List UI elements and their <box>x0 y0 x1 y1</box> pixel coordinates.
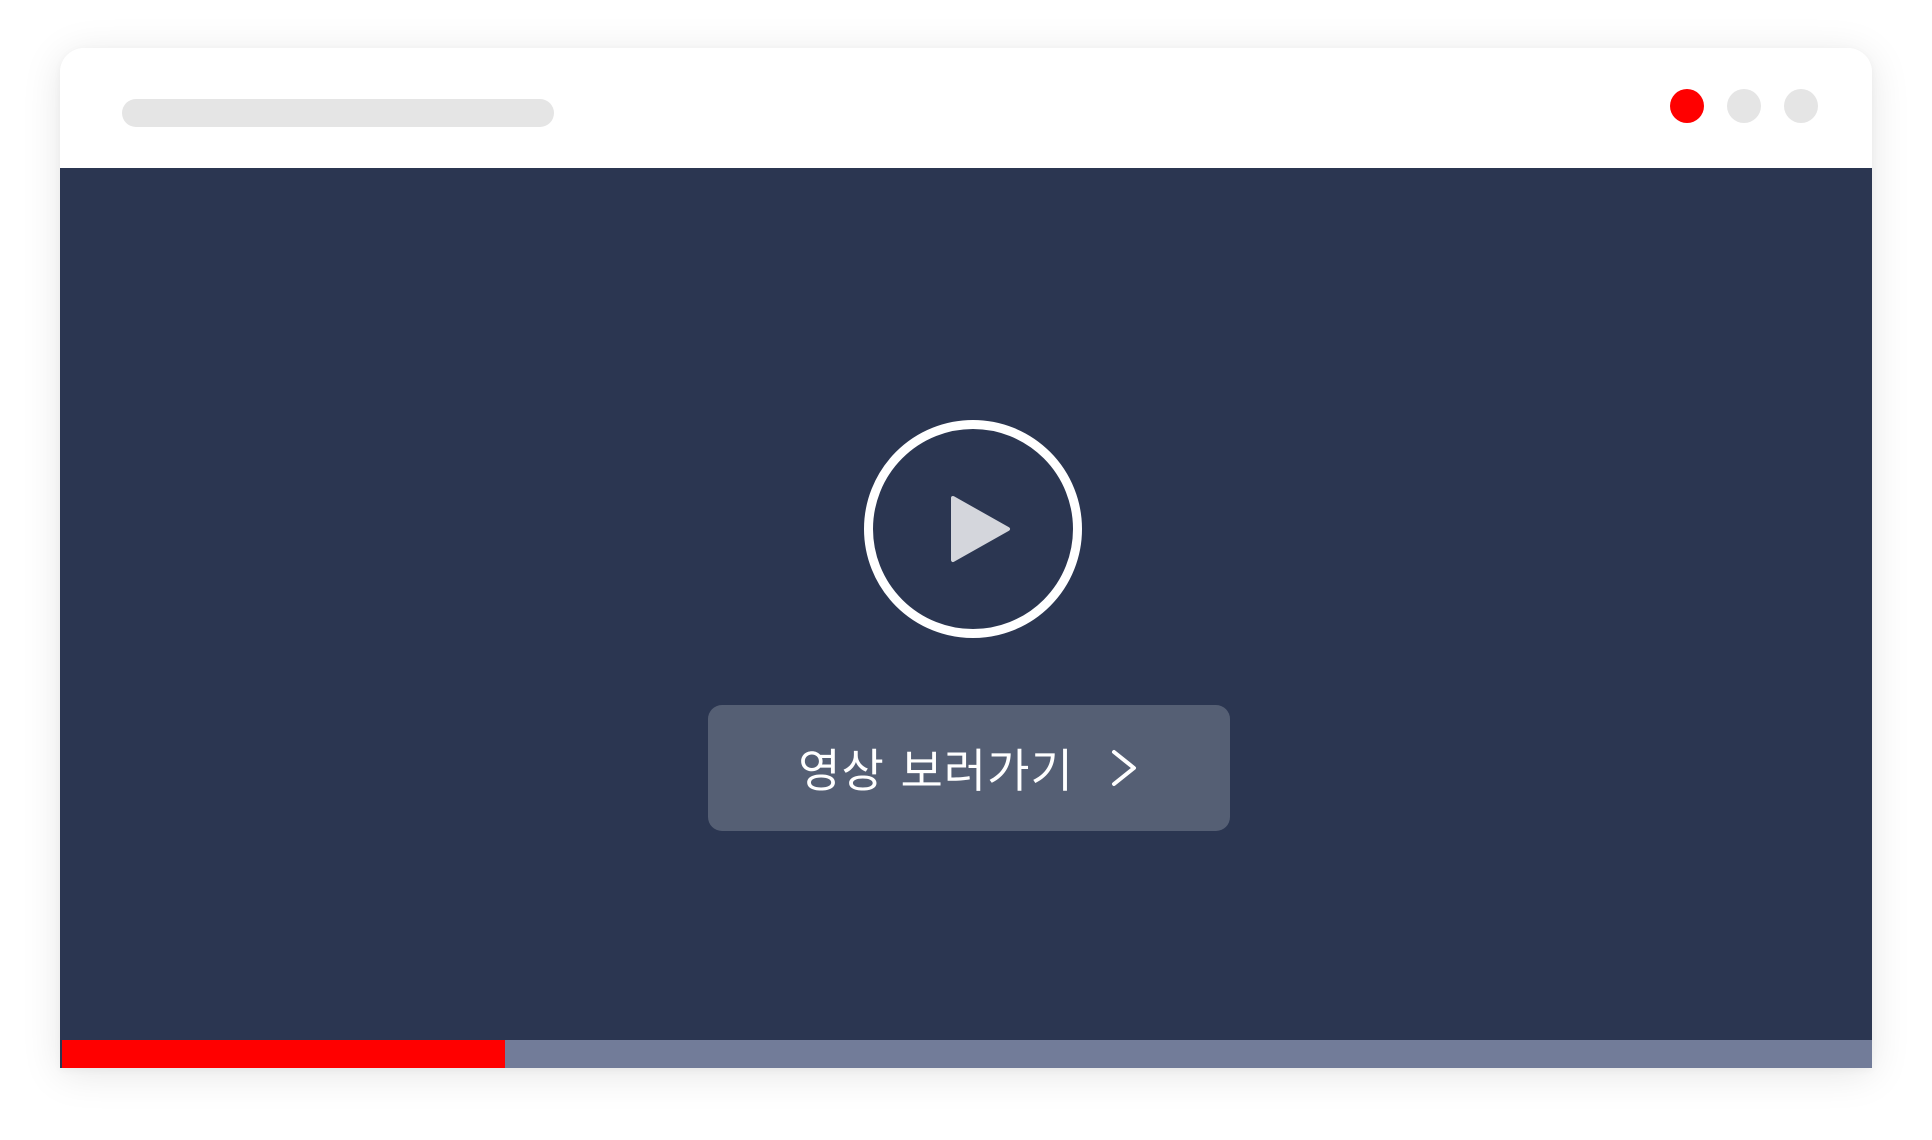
address-bar[interactable] <box>122 99 554 127</box>
watch-video-button[interactable]: 영상 보러가기 <box>708 705 1230 831</box>
window-maximize-button[interactable] <box>1784 89 1818 123</box>
play-icon <box>951 496 1010 562</box>
progress-bar[interactable] <box>62 1040 1872 1068</box>
progress-bar-fill <box>62 1040 506 1068</box>
window-minimize-button[interactable] <box>1727 89 1761 123</box>
browser-window: 영상 보러가기 <box>60 48 1872 1068</box>
title-bar <box>60 48 1872 168</box>
video-player[interactable]: 영상 보러가기 <box>60 168 1872 1068</box>
play-button[interactable] <box>864 420 1082 638</box>
chevron-right-icon <box>1111 750 1136 786</box>
watch-video-label: 영상 보러가기 <box>798 744 1074 798</box>
window-close-button[interactable] <box>1670 89 1704 123</box>
